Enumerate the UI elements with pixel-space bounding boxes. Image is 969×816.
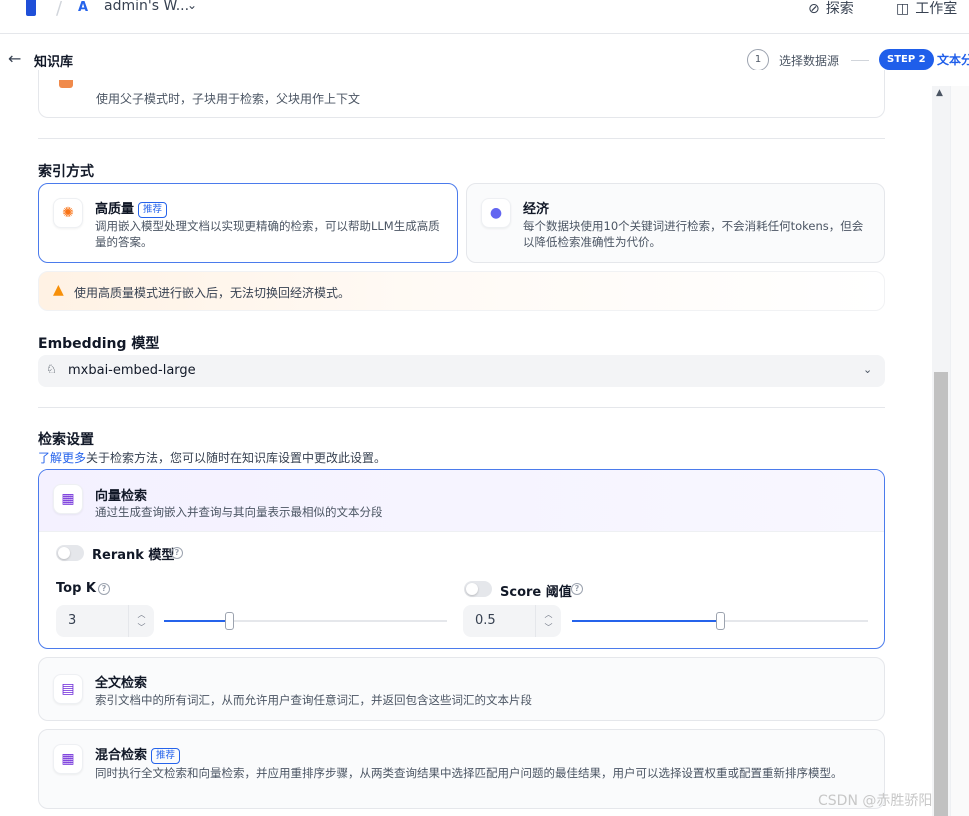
warning-triangle-icon: ▲: [53, 282, 64, 298]
vector-search-card[interactable]: ▦ 向量检索 通过生成查询嵌入并查询与其向量表示最相似的文本分段 Rerank …: [38, 469, 885, 649]
fulltext-desc: 索引文档中的所有词汇，从而允许用户查询任意词汇，并返回包含这些词汇的文本片段: [95, 693, 532, 707]
piggy-bank-icon: ●: [481, 198, 511, 228]
learn-more-link[interactable]: 了解更多: [38, 451, 86, 465]
explore-link[interactable]: ⊘ 探索: [808, 0, 854, 18]
warning-banner: ▲ 使用高质量模式进行嵌入后，无法切换回经济模式。: [38, 271, 885, 311]
fulltext-search-card[interactable]: ▤ 全文检索 索引文档中的所有词汇，从而允许用户查询任意词汇，并返回包含这些词汇…: [38, 657, 885, 721]
index-method-title: 索引方式: [38, 164, 94, 180]
economy-title: 经济: [523, 202, 550, 217]
economy-desc: 每个数据块使用10个关键词进行检索，不会消耗任何tokens，但会以降低检索准确…: [523, 219, 864, 249]
high-quality-desc: 调用嵌入模型处理文档以实现更精确的检索，可以帮助LLM生成高质量的答案。: [95, 219, 440, 249]
hybrid-search-card[interactable]: ▦ 混合检索 推荐 同时执行全文检索和向量检索，并应用重排序步骤，从两类查询结果中…: [38, 729, 885, 809]
robot-icon: ◫: [896, 1, 910, 17]
embedding-title: Embedding 模型: [38, 336, 160, 352]
recommend-badge: 推荐: [138, 202, 168, 218]
topk-input[interactable]: 3 ︿ ﹀: [56, 605, 154, 637]
embedding-model-select[interactable]: ♘ mxbai-embed-large ⌄: [38, 355, 885, 387]
step-connector: [851, 60, 869, 61]
explore-label: 探索: [825, 1, 854, 17]
fulltext-title: 全文检索: [95, 676, 148, 691]
stepper-arrows-icon[interactable]: ︿ ﹀: [128, 605, 154, 637]
learn-more-text: 关于检索方法，您可以随时在知识库设置中更改此设置。: [86, 451, 387, 465]
score-label: Score 阈值: [500, 585, 572, 600]
score-slider-fill: [572, 620, 720, 622]
document-search-icon: ▤: [53, 674, 83, 704]
chevron-down-icon: ⌄: [863, 363, 873, 376]
workspace-name[interactable]: admin's W...: [104, 0, 189, 14]
gear-icon: ✺: [53, 198, 83, 228]
warning-text: 使用高质量模式进行嵌入后，无法切换回经济模式。: [74, 286, 351, 300]
hybrid-title-text: 混合检索: [95, 748, 148, 763]
right-panel-edge: [950, 86, 969, 816]
economy-option[interactable]: ● 经济 每个数据块使用10个关键词进行检索，不会消耗任何tokens，但会以降…: [466, 183, 885, 263]
step1-label: 选择数据源: [779, 54, 840, 68]
rerank-label: Rerank 模型: [92, 548, 175, 563]
help-icon[interactable]: ?: [171, 547, 183, 559]
back-arrow-icon[interactable]: ←: [8, 49, 21, 68]
watermark: CSDN @赤胜骄阳: [818, 793, 933, 809]
divider: [38, 407, 885, 408]
parent-child-desc: 使用父子模式时，子块用于检索，父块用作上下文: [96, 92, 361, 106]
high-quality-title-text: 高质量: [95, 202, 135, 217]
parent-child-icon: [59, 80, 73, 88]
scrollbar[interactable]: ▲: [932, 86, 950, 816]
score-value: 0.5: [475, 613, 496, 628]
app-logo[interactable]: [26, 0, 36, 16]
divider: [38, 138, 885, 139]
grid-icon: ▦: [53, 484, 83, 514]
retrieval-title: 检索设置: [38, 432, 94, 448]
chevron-down-icon[interactable]: ⌄: [187, 0, 197, 12]
help-icon[interactable]: ?: [98, 583, 110, 595]
top-navbar: / A admin's W... ⌄ ⊘ 探索 ◫ 工作室: [0, 0, 969, 34]
stepper-arrows-icon[interactable]: ︿ ﹀: [535, 605, 561, 637]
topk-label: Top K: [56, 581, 96, 596]
parent-child-card[interactable]: 使用父子模式时，子块用于检索，父块用作上下文: [38, 70, 885, 118]
step2-badge: STEP 2: [879, 49, 934, 70]
grid-icon: ▦: [53, 744, 83, 774]
learn-more-line: 了解更多关于检索方法，您可以随时在知识库设置中更改此设置。: [38, 449, 386, 466]
page-title: 知识库: [34, 55, 74, 70]
step1-number: 1: [747, 49, 769, 71]
compass-icon: ⊘: [808, 1, 820, 17]
studio-label: 工作室: [915, 1, 958, 17]
breadcrumb-separator: /: [56, 0, 63, 19]
llama-icon: ♘: [46, 362, 57, 376]
high-quality-option[interactable]: ✺ 高质量 推荐 调用嵌入模型处理文档以实现更精确的检索，可以帮助LLM生成高质量…: [38, 183, 458, 263]
score-input[interactable]: 0.5 ︿ ﹀: [463, 605, 561, 637]
score-slider-handle[interactable]: [716, 612, 725, 630]
scrollbar-thumb[interactable]: [934, 372, 948, 816]
workspace-avatar: A: [78, 0, 89, 15]
vector-search-title: 向量检索: [95, 489, 148, 504]
vector-search-header: ▦ 向量检索 通过生成查询嵌入并查询与其向量表示最相似的文本分段: [39, 470, 884, 532]
step2-label: 文本分: [937, 53, 969, 67]
recommend-badge: 推荐: [151, 748, 181, 764]
rerank-toggle[interactable]: [56, 545, 84, 561]
score-toggle[interactable]: [464, 581, 492, 597]
topk-slider-fill: [164, 620, 229, 622]
vector-search-desc: 通过生成查询嵌入并查询与其向量表示最相似的文本分段: [95, 505, 383, 519]
scroll-up-arrow-icon[interactable]: ▲: [936, 88, 943, 98]
hybrid-desc: 同时执行全文检索和向量检索，并应用重排序步骤，从两类查询结果中选择匹配用户问题的…: [95, 766, 843, 780]
help-icon[interactable]: ?: [571, 583, 583, 595]
hybrid-title: 混合检索 推荐: [95, 744, 181, 764]
topk-value: 3: [68, 613, 77, 628]
studio-link[interactable]: ◫ 工作室: [896, 0, 957, 18]
topk-slider-handle[interactable]: [225, 612, 234, 630]
embedding-model-value: mxbai-embed-large: [68, 363, 196, 378]
high-quality-title: 高质量 推荐: [95, 198, 168, 218]
